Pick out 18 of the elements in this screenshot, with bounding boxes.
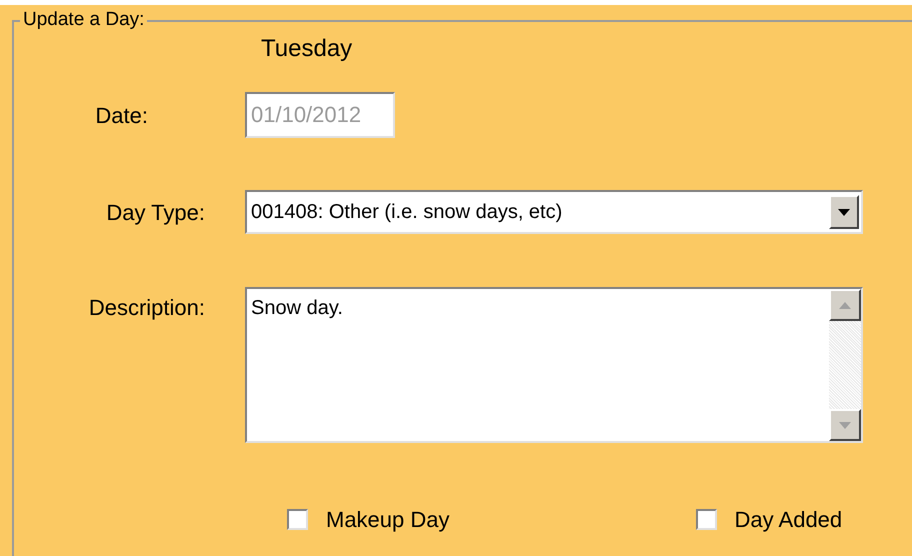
caret-down-icon xyxy=(838,208,850,216)
description-field[interactable]: Snow day. xyxy=(245,287,863,443)
caret-up-icon xyxy=(839,302,851,308)
scroll-up-button[interactable] xyxy=(829,289,861,321)
day-type-dropdown[interactable]: 001408: Other (i.e. snow days, etc) xyxy=(245,190,863,234)
checkbox[interactable] xyxy=(287,509,308,530)
description-label: Description: xyxy=(88,294,205,322)
checkbox-label: Makeup Day xyxy=(326,506,450,534)
day-type-label: Day Type: xyxy=(106,198,205,227)
caret-down-icon xyxy=(839,422,851,428)
checkbox[interactable] xyxy=(696,509,717,530)
scrollbar[interactable] xyxy=(829,289,861,441)
scroll-down-button[interactable] xyxy=(829,409,861,441)
dropdown-button[interactable] xyxy=(829,195,859,229)
checkbox-label: Day Added xyxy=(734,506,842,534)
date-label: Date: xyxy=(95,102,148,130)
day-name: Tuesday xyxy=(261,35,352,62)
group-title: Update a Day: xyxy=(20,8,148,32)
